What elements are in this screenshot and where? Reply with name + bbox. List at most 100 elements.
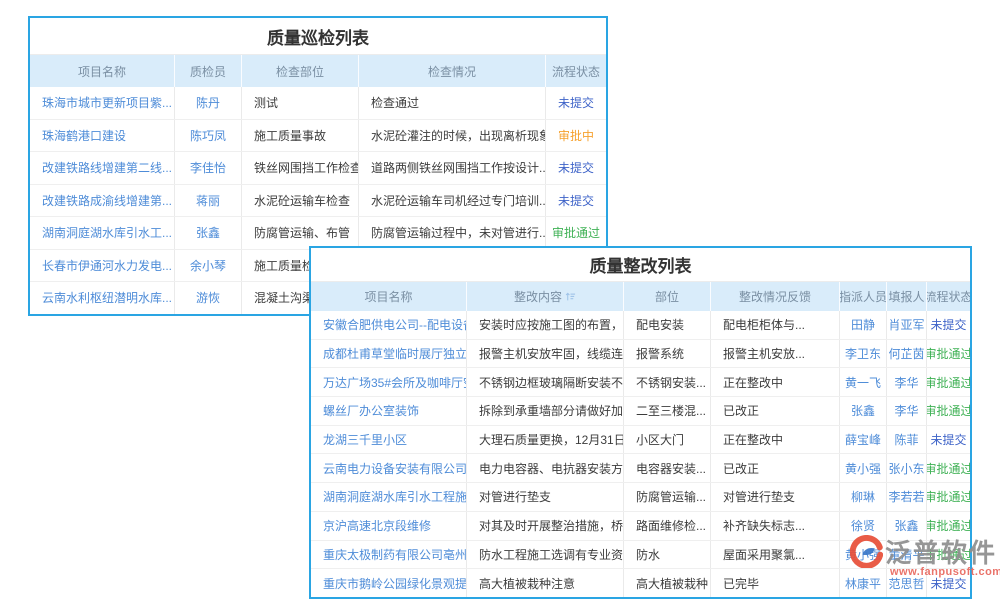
- column-header-label: 指派人员: [840, 288, 887, 305]
- project-name-link[interactable]: 长春市伊通河水力发电...: [30, 250, 175, 282]
- part-text: 小区大门: [624, 426, 711, 454]
- project-name-link[interactable]: 螺丝厂办公室装饰: [311, 397, 467, 425]
- project-name-link[interactable]: 云南电力设备安装有限公司20...: [311, 454, 467, 482]
- project-name-link[interactable]: 珠海鹤港口建设: [30, 120, 175, 152]
- table-row[interactable]: 云南电力设备安装有限公司20...电力电容器、电抗器安装方案,...电容器安装.…: [311, 454, 970, 483]
- project-name-link[interactable]: 安徽合肥供电公司--配电设备...: [311, 311, 467, 339]
- column-header-feedback[interactable]: 整改情况反馈: [711, 282, 840, 311]
- inspector-name-link[interactable]: 蒋丽: [175, 185, 242, 217]
- assignee-name-link[interactable]: 柳琳: [840, 483, 887, 511]
- part-text: 报警系统: [624, 340, 711, 368]
- table-row[interactable]: 湖南洞庭湖水库引水工...张鑫防腐管运输、布管防腐管运输过程中，未对管进行...…: [30, 217, 606, 250]
- watermark-url-text: www.fanpusoft.com: [890, 566, 1000, 578]
- column-header-situation[interactable]: 检查情况: [359, 55, 546, 87]
- sort-icon[interactable]: [565, 291, 576, 302]
- status-badge: 未提交: [546, 185, 606, 217]
- column-header-part[interactable]: 部位: [624, 282, 711, 311]
- column-header-part[interactable]: 检查部位: [242, 55, 359, 87]
- project-name-link[interactable]: 湖南洞庭湖水库引水工...: [30, 217, 175, 249]
- assignee-name-link[interactable]: 薛宝峰: [840, 426, 887, 454]
- column-header-reporter[interactable]: 填报人: [887, 282, 927, 311]
- watermark: 泛普软件 www.fanpusoft.com: [850, 533, 1000, 578]
- inspector-name-link[interactable]: 陈丹: [175, 87, 242, 119]
- table-row[interactable]: 万达广场35#会所及咖啡厅空...不锈钢边框玻璃隔断安装不牢...不锈钢安装..…: [311, 368, 970, 397]
- status-badge: 未提交: [927, 426, 970, 454]
- inspector-name-link[interactable]: 张鑫: [175, 217, 242, 249]
- inspection-situation-text: 道路两侧铁丝网围挡工作按设计...: [359, 152, 546, 184]
- table-row[interactable]: 成都杜甫草堂临时展厅独立展...报警主机安放牢固，线缆连接...报警系统报警主机…: [311, 340, 970, 369]
- table-row[interactable]: 改建铁路线增建第二线...李佳怡铁丝网围挡工作检查道路两侧铁丝网围挡工作按设计.…: [30, 152, 606, 185]
- reporter-name-link[interactable]: 肖亚军: [887, 311, 927, 339]
- inspection-situation-text: 检查通过: [359, 87, 546, 119]
- project-name-link[interactable]: 湖南洞庭湖水库引水工程施工I标: [311, 483, 467, 511]
- project-name-link[interactable]: 龙湖三千里小区: [311, 426, 467, 454]
- reporter-name-link[interactable]: 张小东: [887, 454, 927, 482]
- inspector-name-link[interactable]: 李佳怡: [175, 152, 242, 184]
- project-name-link[interactable]: 改建铁路线增建第二线...: [30, 152, 175, 184]
- status-badge: 审批通过: [927, 340, 970, 368]
- column-header-label: 项目名称: [364, 288, 412, 305]
- reporter-name-link[interactable]: 陈菲: [887, 426, 927, 454]
- table-row[interactable]: 螺丝厂办公室装饰拆除到承重墙部分请做好加固...二至三楼混...已改正张鑫李华审…: [311, 397, 970, 426]
- part-text: 电容器安装...: [624, 454, 711, 482]
- assignee-name-link[interactable]: 田静: [840, 311, 887, 339]
- table-row[interactable]: 改建铁路成渝线增建第...蒋丽水泥砼运输车检查水泥砼运输车司机经过专门培训...…: [30, 185, 606, 218]
- project-name-link[interactable]: 珠海市城市更新项目紫...: [30, 87, 175, 119]
- rectify-content-text: 报警主机安放牢固，线缆连接...: [467, 340, 624, 368]
- column-header-status[interactable]: 流程状态: [927, 282, 970, 311]
- reporter-name-link[interactable]: 李华: [887, 397, 927, 425]
- project-name-link[interactable]: 改建铁路成渝线增建第...: [30, 185, 175, 217]
- rectify-content-text: 对其及时开展整治措施，桥头...: [467, 512, 624, 540]
- assignee-name-link[interactable]: 黄小强: [840, 454, 887, 482]
- inspection-situation-text: 防腐管运输过程中，未对管进行...: [359, 217, 546, 249]
- table-row[interactable]: 湖南洞庭湖水库引水工程施工I标对管进行垫支防腐管运输...对管进行垫支柳琳李若若…: [311, 483, 970, 512]
- inspection-situation-text: 水泥砼运输车司机经过专门培训...: [359, 185, 546, 217]
- reporter-name-link[interactable]: 李华: [887, 368, 927, 396]
- column-header-inspector[interactable]: 质检员: [175, 55, 242, 87]
- reporter-name-link[interactable]: 何芷茵: [887, 340, 927, 368]
- watermark-brand-text: 泛普软件: [885, 533, 997, 570]
- part-text: 防水: [624, 541, 711, 569]
- column-header-project[interactable]: 项目名称: [311, 282, 467, 311]
- assignee-name-link[interactable]: 李卫东: [840, 340, 887, 368]
- feedback-text: 正在整改中: [711, 368, 840, 396]
- status-badge: 未提交: [546, 152, 606, 184]
- status-badge: 未提交: [927, 311, 970, 339]
- table-row[interactable]: 龙湖三千里小区大理石质量更换，12月31日之...小区大门正在整改中薛宝峰陈菲未…: [311, 426, 970, 455]
- project-name-link[interactable]: 重庆市鹅岭公园绿化景观提升...: [311, 569, 467, 597]
- assignee-name-link[interactable]: 张鑫: [840, 397, 887, 425]
- rectify-content-text: 电力电容器、电抗器安装方案,...: [467, 454, 624, 482]
- column-header-content[interactable]: 整改内容: [467, 282, 624, 311]
- rectify-content-text: 对管进行垫支: [467, 483, 624, 511]
- inspection-table-title: 质量巡检列表: [30, 18, 606, 55]
- project-name-link[interactable]: 万达广场35#会所及咖啡厅空...: [311, 368, 467, 396]
- assignee-name-link[interactable]: 黄一飞: [840, 368, 887, 396]
- project-name-link[interactable]: 重庆太极制药有限公司亳州中...: [311, 541, 467, 569]
- column-header-assignee[interactable]: 指派人员: [840, 282, 887, 311]
- inspection-part-text: 施工质量事故: [242, 120, 359, 152]
- status-badge: 未提交: [546, 87, 606, 119]
- inspector-name-link[interactable]: 游恢: [175, 282, 242, 314]
- rectify-content-text: 安装时应按施工图的布置，将...: [467, 311, 624, 339]
- reporter-name-link[interactable]: 李若若: [887, 483, 927, 511]
- rectify-content-text: 拆除到承重墙部分请做好加固...: [467, 397, 624, 425]
- table-row[interactable]: 安徽合肥供电公司--配电设备...安装时应按施工图的布置，将...配电安装配电柜…: [311, 311, 970, 340]
- feedback-text: 已完毕: [711, 569, 840, 597]
- inspection-part-text: 水泥砼运输车检查: [242, 185, 359, 217]
- inspector-name-link[interactable]: 余小琴: [175, 250, 242, 282]
- project-name-link[interactable]: 京沪高速北京段维修: [311, 512, 467, 540]
- column-header-status[interactable]: 流程状态: [546, 55, 606, 87]
- rectify-content-text: 大理石质量更换，12月31日之...: [467, 426, 624, 454]
- column-header-project[interactable]: 项目名称: [30, 55, 175, 87]
- column-header-label: 流程状态: [927, 288, 970, 305]
- table-row[interactable]: 珠海鹤港口建设陈巧凤施工质量事故水泥砼灌注的时候，出现离析现象审批中: [30, 120, 606, 153]
- inspection-table-header-row: 项目名称质检员检查部位检查情况流程状态: [30, 55, 606, 87]
- inspection-part-text: 防腐管运输、布管: [242, 217, 359, 249]
- project-name-link[interactable]: 云南水利枢纽潜明水库...: [30, 282, 175, 314]
- column-header-label: 整改情况反馈: [739, 288, 811, 305]
- column-header-label: 部位: [655, 288, 679, 305]
- part-text: 高大植被栽种: [624, 569, 711, 597]
- project-name-link[interactable]: 成都杜甫草堂临时展厅独立展...: [311, 340, 467, 368]
- table-row[interactable]: 珠海市城市更新项目紫...陈丹测试检查通过未提交: [30, 87, 606, 120]
- inspector-name-link[interactable]: 陈巧凤: [175, 120, 242, 152]
